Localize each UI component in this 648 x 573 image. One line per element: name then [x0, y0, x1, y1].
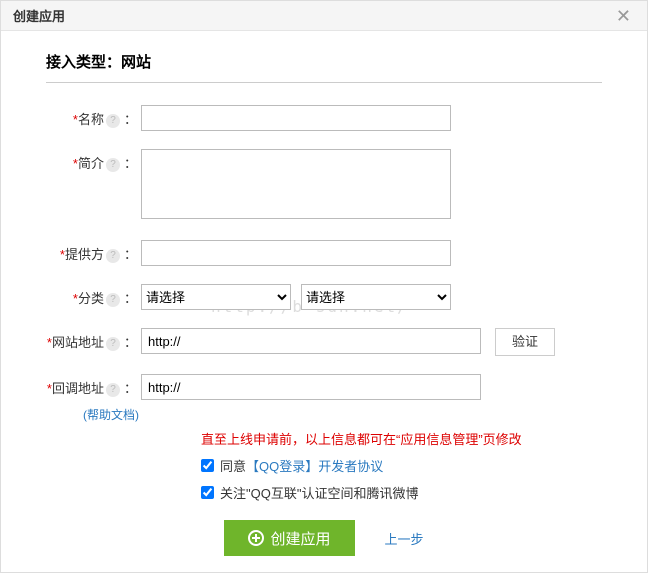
help-icon[interactable]: ? — [106, 114, 120, 128]
site-url-input[interactable] — [141, 328, 481, 354]
help-icon[interactable]: ? — [106, 158, 120, 172]
create-app-dialog: http://b sdn.net/ 创建应用 ✕ 接入类型：网站 *名称?： *… — [0, 0, 648, 573]
help-icon[interactable]: ? — [106, 249, 120, 263]
follow-label: 关注"QQ互联"认证空间和腾讯微博 — [220, 483, 418, 502]
action-row: 创建应用 上一步 — [46, 520, 602, 556]
dialog-content: 接入类型：网站 *名称?： *简介?： *提供方?： — [1, 31, 647, 556]
help-icon[interactable]: ? — [106, 383, 120, 397]
agree-checkbox[interactable] — [201, 459, 214, 472]
agree-row: 同意 【QQ登录】开发者协议 — [201, 456, 602, 475]
row-name: *名称?： — [46, 105, 602, 131]
label-provider: *提供方?： — [46, 240, 141, 263]
prev-step-link[interactable]: 上一步 — [385, 529, 424, 548]
label-site-url: *网站地址?： — [46, 328, 141, 351]
agree-pre: 同意 — [220, 456, 246, 475]
close-icon[interactable]: ✕ — [612, 5, 635, 27]
label-name: *名称?： — [46, 105, 141, 128]
section-header: 接入类型：网站 — [46, 51, 602, 83]
label-category: *分类?： — [46, 284, 141, 307]
plus-circle-icon — [248, 530, 264, 546]
provider-input[interactable] — [141, 240, 451, 266]
row-intro: *简介?： — [46, 149, 602, 222]
follow-checkbox[interactable] — [201, 486, 214, 499]
name-input[interactable] — [141, 105, 451, 131]
category-select-2[interactable]: 请选择 — [301, 284, 451, 310]
label-callback-url: *回调地址?： — [46, 374, 141, 397]
row-category: *分类?： 请选择 请选择 — [46, 284, 602, 310]
help-doc-link[interactable]: (帮助文档) — [83, 408, 139, 422]
dialog-title: 创建应用 — [13, 6, 65, 25]
create-label: 创建应用 — [270, 528, 330, 549]
below-callback: (帮助文档) 直至上线申请前，以上信息都可在“应用信息管理”页修改 同意 【QQ… — [145, 406, 602, 502]
row-site-url: *网站地址?： 验证 — [46, 328, 602, 356]
intro-textarea[interactable] — [141, 149, 451, 219]
info-edit-note: 直至上线申请前，以上信息都可在“应用信息管理”页修改 — [201, 429, 602, 448]
verify-button[interactable]: 验证 — [495, 328, 555, 356]
create-app-button[interactable]: 创建应用 — [224, 520, 354, 556]
label-intro: *简介?： — [46, 149, 141, 172]
help-icon[interactable]: ? — [106, 337, 120, 351]
titlebar: 创建应用 ✕ — [1, 1, 647, 31]
row-provider: *提供方?： — [46, 240, 602, 266]
follow-row: 关注"QQ互联"认证空间和腾讯微博 — [201, 483, 602, 502]
callback-url-input[interactable] — [141, 374, 481, 400]
help-icon[interactable]: ? — [106, 293, 120, 307]
developer-agreement-link[interactable]: 【QQ登录】开发者协议 — [246, 456, 383, 475]
row-callback-url: *回调地址?： — [46, 374, 602, 400]
category-select-1[interactable]: 请选择 — [141, 284, 291, 310]
